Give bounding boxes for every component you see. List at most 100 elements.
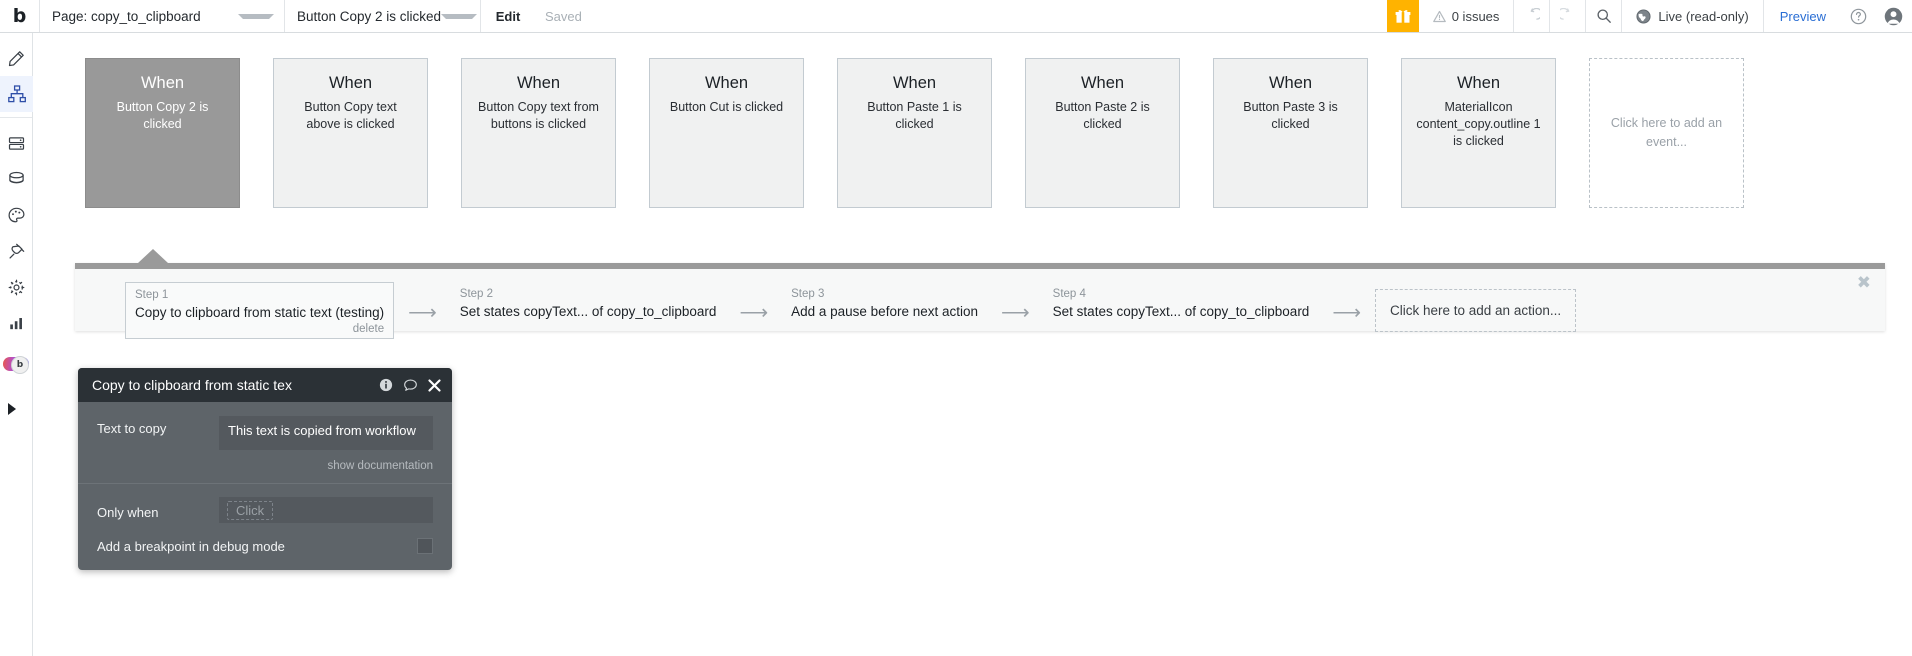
text-to-copy-label: Text to copy bbox=[97, 421, 167, 436]
chevron-down-icon bbox=[238, 13, 274, 19]
preview-button[interactable]: Preview bbox=[1764, 0, 1842, 32]
close-icon[interactable]: ✖ bbox=[1857, 275, 1871, 292]
event-card[interactable]: When Button Paste 3 is clicked bbox=[1213, 58, 1368, 208]
close-icon[interactable] bbox=[428, 378, 441, 392]
step-delete-link[interactable]: delete bbox=[135, 323, 384, 335]
workflow-step[interactable]: Step 1 Copy to clipboard from static tex… bbox=[125, 282, 395, 340]
text-to-copy-field[interactable]: This text is copied from workflow bbox=[219, 416, 433, 450]
bubble-logo[interactable]: b bbox=[0, 0, 40, 32]
event-when-label: When bbox=[892, 74, 937, 92]
event-description: Button Copy 2 is clicked bbox=[116, 100, 209, 132]
step-text: Copy to clipboard from static text (test… bbox=[135, 304, 385, 320]
add-action-button[interactable]: Click here to add an action... bbox=[1375, 289, 1577, 333]
gear-settings-icon bbox=[8, 279, 25, 295]
event-card[interactable]: When MaterialIcon content_copy.outline 1… bbox=[1401, 58, 1556, 208]
sidebar-item-database[interactable] bbox=[0, 161, 33, 197]
event-when-label: When bbox=[1080, 74, 1125, 92]
version-label: Live (read-only) bbox=[1658, 8, 1749, 24]
workflow-step[interactable]: Step 2 Set states copyText... of copy_to… bbox=[451, 282, 726, 327]
search-icon[interactable] bbox=[1586, 0, 1623, 32]
event-cards-row: When Button Copy 2 is clicked When Butto… bbox=[85, 58, 1744, 208]
saved-status: Saved bbox=[533, 0, 609, 32]
arrow-right-icon: ⟶ bbox=[408, 301, 437, 324]
edit-tab[interactable]: Edit bbox=[481, 0, 533, 32]
show-documentation-link[interactable]: show documentation bbox=[78, 456, 452, 483]
step-number: Step 3 bbox=[791, 288, 825, 300]
logo-text: b bbox=[12, 4, 27, 27]
sidebar-item-logs[interactable] bbox=[0, 305, 33, 341]
breakpoint-checkbox[interactable] bbox=[417, 538, 433, 554]
event-card[interactable]: When Button Cut is clicked bbox=[649, 58, 804, 208]
add-event-card[interactable]: Click here to add an event... bbox=[1589, 58, 1744, 208]
property-editor: Copy to clipboard from static tex Text t… bbox=[78, 368, 452, 570]
event-card[interactable]: When Button Copy text from buttons is cl… bbox=[461, 58, 616, 208]
version-selector[interactable]: Live (read-only) bbox=[1622, 0, 1764, 32]
event-description: Button Copy text above is clicked bbox=[304, 100, 397, 132]
event-when-label: When bbox=[516, 74, 561, 92]
top-bar: b Page: copy_to_clipboard Button Copy 2 … bbox=[0, 0, 1912, 33]
issues-label: 0 issues bbox=[1451, 8, 1500, 24]
event-card[interactable]: When Button Copy 2 is clicked bbox=[85, 58, 240, 208]
redo-icon[interactable] bbox=[1550, 0, 1587, 32]
event-card[interactable]: When Button Copy text above is clicked bbox=[273, 58, 428, 208]
expand-panel-arrow[interactable] bbox=[8, 403, 16, 415]
action-panel: Step 1 Copy to clipboard from static tex… bbox=[75, 263, 1885, 340]
selected-event-pointer bbox=[138, 249, 168, 263]
ai-assistant-toggle[interactable] bbox=[3, 356, 29, 374]
help-circle-icon[interactable] bbox=[1842, 0, 1874, 32]
workflow-step[interactable]: Step 4 Set states copyText... of copy_to… bbox=[1044, 282, 1319, 327]
plug-plugins-icon bbox=[9, 243, 25, 259]
undo-icon[interactable] bbox=[1514, 0, 1551, 32]
event-when-label: When bbox=[1456, 74, 1501, 92]
data-server-icon bbox=[8, 136, 25, 150]
event-description: Button Paste 1 is clicked bbox=[867, 100, 962, 132]
steps-row: Step 1 Copy to clipboard from static tex… bbox=[125, 282, 1577, 340]
sidebar-item-workflow[interactable] bbox=[0, 76, 33, 112]
step-text: Add a pause before next action bbox=[791, 303, 978, 319]
page-selector-label: Page: copy_to_clipboard bbox=[52, 8, 201, 24]
event-description: Button Paste 3 is clicked bbox=[1243, 100, 1338, 132]
chevron-down-icon bbox=[441, 13, 478, 19]
left-rail bbox=[0, 33, 33, 656]
gift-icon[interactable] bbox=[1386, 0, 1419, 32]
comment-icon[interactable] bbox=[403, 378, 418, 393]
edit-label: Edit bbox=[495, 8, 521, 24]
sidebar-item-styles[interactable] bbox=[0, 197, 33, 233]
step-number: Step 2 bbox=[459, 288, 494, 300]
arrow-right-icon: ⟶ bbox=[739, 301, 769, 324]
event-selector[interactable]: Button Copy 2 is clicked bbox=[285, 0, 481, 32]
event-card[interactable]: When Button Paste 2 is clicked bbox=[1025, 58, 1180, 208]
workflow-canvas: When Button Copy 2 is clicked When Butto… bbox=[33, 33, 1912, 656]
breakpoint-row: Add a breakpoint in debug mode bbox=[78, 536, 452, 570]
preview-label: Preview bbox=[1779, 8, 1826, 24]
event-description: Button Copy text from buttons is clicked bbox=[478, 100, 599, 132]
step-number: Step 4 bbox=[1052, 288, 1086, 300]
step-text: Set states copyText... of copy_to_clipbo… bbox=[459, 303, 717, 319]
sidebar-item-design[interactable] bbox=[0, 40, 33, 76]
avatar[interactable] bbox=[1874, 0, 1912, 32]
info-icon[interactable] bbox=[379, 378, 393, 392]
arrow-right-icon: ⟶ bbox=[1001, 301, 1030, 324]
top-bar-spacer bbox=[609, 0, 1387, 32]
event-description: Button Paste 2 is clicked bbox=[1055, 100, 1150, 132]
issues-indicator[interactable]: 0 issues bbox=[1419, 0, 1515, 32]
pencil-design-icon bbox=[8, 50, 24, 66]
add-event-label: Click here to add an event... bbox=[1610, 116, 1723, 149]
text-to-copy-row: Text to copy This text is copied from wo… bbox=[78, 402, 452, 456]
bar-chart-logs-icon bbox=[10, 317, 22, 329]
workflow-step[interactable]: Step 3 Add a pause before next action bbox=[782, 282, 987, 327]
only-when-field[interactable]: Click bbox=[219, 497, 433, 523]
property-editor-header: Copy to clipboard from static tex bbox=[78, 368, 452, 402]
event-when-label: When bbox=[328, 74, 373, 92]
warning-triangle-icon bbox=[1432, 10, 1446, 22]
event-card[interactable]: When Button Paste 1 is clicked bbox=[837, 58, 992, 208]
only-when-row: Only when Click bbox=[78, 484, 452, 536]
sidebar-item-plugins[interactable] bbox=[0, 233, 33, 269]
breakpoint-label: Add a breakpoint in debug mode bbox=[97, 538, 285, 554]
sidebar-item-data[interactable] bbox=[0, 125, 33, 161]
sidebar-item-settings[interactable] bbox=[0, 269, 33, 305]
event-when-label: When bbox=[704, 74, 749, 92]
workflow-hierarchy-icon bbox=[7, 85, 26, 103]
step-text: Set states copyText... of copy_to_clipbo… bbox=[1052, 303, 1310, 319]
page-selector[interactable]: Page: copy_to_clipboard bbox=[40, 0, 285, 32]
